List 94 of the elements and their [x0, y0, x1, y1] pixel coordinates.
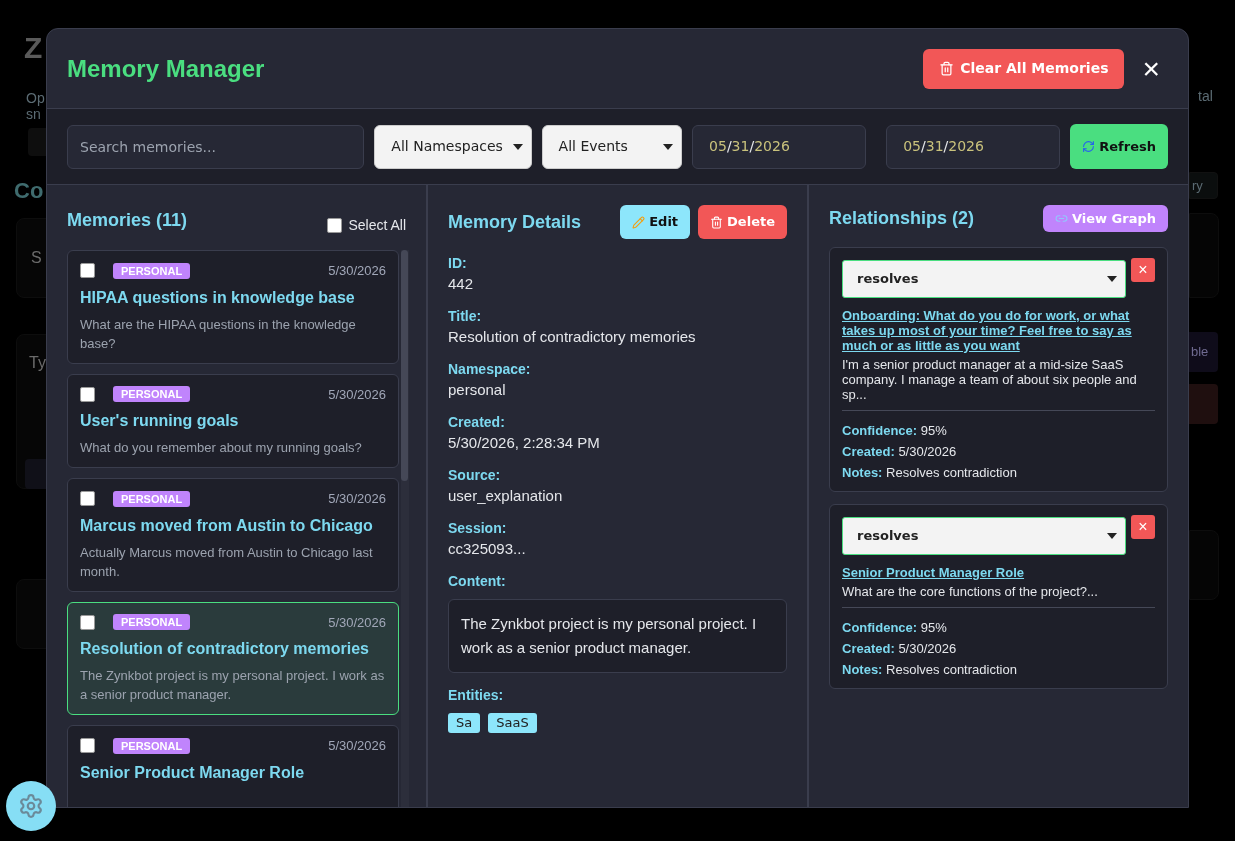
content-box: The Zynkbot project is my personal project. I work as a senior product manager. [448, 599, 787, 673]
pencil-icon [632, 215, 646, 229]
field-value: 5/30/2026, 2:28:34 PM [448, 433, 601, 453]
relationship-meta: Confidence: 95% [842, 423, 948, 439]
relationship-meta: Notes: Resolves contradiction [842, 465, 1018, 481]
refresh-button[interactable]: Refresh [1070, 124, 1168, 169]
page-description: tal [1198, 88, 1213, 104]
entity-tag: Sa [448, 713, 481, 733]
field-value: user_explanation [448, 486, 564, 506]
field-label: ID: [448, 254, 468, 273]
refresh-icon [1082, 140, 1096, 153]
details-title: Memory Details [448, 210, 582, 234]
field-label: Created: [448, 413, 506, 432]
event-select[interactable]: All Events [541, 124, 683, 169]
checkbox[interactable] [80, 263, 95, 279]
memory-date: 5/30/2026 [328, 490, 386, 508]
memory-date: 5/30/2026 [328, 385, 386, 404]
memory-title: Resolution of contradictory memories [80, 639, 370, 659]
relationship-meta: Created: 5/30/2026 [842, 444, 958, 460]
checkbox[interactable] [327, 218, 343, 233]
page-description: Op [26, 90, 46, 106]
relationship-meta: Created: 5/30/2026 [842, 641, 958, 657]
relation-type-select[interactable]: resolves [842, 517, 1126, 555]
caret-icon [512, 143, 523, 150]
namespace-tag: PERSONAL [113, 490, 191, 507]
caret-icon [1107, 533, 1117, 539]
related-memory-excerpt: I'm a senior product manager at a mid-size SaaS company. I manage a team of about six people and sp... [842, 357, 1155, 411]
memory-date: 5/30/2026 [328, 737, 386, 755]
memory-card[interactable]: PERSONAL 5/30/2026 HIPAA questions in knowledge base What are the HIPAA questions in the knowledge base? [67, 250, 399, 364]
page-card [1189, 530, 1219, 600]
field-value: personal [448, 380, 507, 400]
settings-icon [18, 793, 44, 819]
textarea-text: Ty [29, 354, 46, 371]
link-icon [1054, 212, 1068, 225]
trash-icon [939, 61, 955, 76]
namespace-tag: PERSONAL [113, 614, 191, 631]
memory-title: User's running goals [80, 411, 240, 431]
memory-title: Senior Product Manager Role [80, 762, 306, 783]
field-value: 442 [448, 274, 475, 294]
field-label: Namespace: [448, 360, 532, 379]
memory-date: 5/30/2026 [328, 262, 386, 280]
memories-title: Memories (11) [67, 209, 188, 232]
memory-card[interactable]: PERSONAL 5/30/2026 User's running goals What do you remember about my running goals? [67, 373, 399, 468]
relationship-meta: Notes: Resolves contradiction [842, 662, 1018, 678]
page-button[interactable]: ry [1189, 172, 1218, 199]
memory-summary: What are the HIPAA questions in the knowledge base? [80, 315, 357, 353]
memory-summary: The Zynkbot project is my personal project. I work as a senior product manager. [80, 667, 386, 704]
edit-button[interactable]: Edit [620, 205, 691, 239]
memory-card[interactable]: PERSONAL 5/30/2026 Resolution of contradictory memories The Zynkbot project is my personal project. I work as a senior product manager. [67, 601, 399, 715]
field-value: cc325093... [448, 539, 527, 559]
card-text: S [31, 248, 42, 268]
field-label: Entities: [448, 686, 505, 705]
checkbox[interactable] [80, 738, 95, 754]
settings-button[interactable] [6, 781, 56, 831]
related-memory-excerpt: What are the core functions of the project?... [842, 584, 1155, 608]
caret-icon [1107, 276, 1117, 282]
relationships-title: Relationships (2) [829, 207, 975, 230]
field-value: Resolution of contradictory memories [448, 327, 697, 347]
namespace-tag: PERSONAL [113, 737, 191, 754]
memory-title: Marcus moved from Austin to Chicago [80, 515, 374, 536]
memory-summary: What do you remember about my running goals? [80, 439, 363, 457]
close-button[interactable]: × [1142, 53, 1160, 84]
related-memory-link[interactable]: Onboarding: What do you do for work, or what takes up most of your time? Feel free to say as much or as little as you want [842, 308, 1155, 353]
namespace-tag: PERSONAL [113, 262, 191, 279]
date-field[interactable]: 05/31/2026 [692, 124, 867, 169]
search-field[interactable]: Search memories... [67, 124, 365, 169]
relation-type-select[interactable]: resolves [842, 260, 1126, 298]
trash-icon [710, 215, 724, 229]
checkbox[interactable] [80, 614, 95, 630]
memory-date: 5/30/2026 [328, 613, 386, 632]
related-memory-link[interactable]: Senior Product Manager Role [842, 565, 1155, 580]
scrollbar-thumb[interactable] [401, 250, 408, 481]
memory-title: HIPAA questions in knowledge base [80, 287, 356, 308]
modal-title: Memory Manager [67, 53, 265, 84]
select-all-label[interactable]: Select All [348, 215, 406, 236]
relationship-meta: Confidence: 95% [842, 620, 948, 636]
caret-icon [663, 143, 674, 150]
field-label: Session: [448, 519, 508, 538]
memory-card[interactable]: PERSONAL 5/30/2026 Marcus moved from Austin to Chicago Actually Marcus moved from Austin to Chicago last month. [67, 478, 399, 592]
field-label: Content: [448, 572, 507, 591]
namespace-select[interactable]: All Namespaces [374, 124, 532, 169]
page-heading: Z [24, 30, 44, 66]
field-label: Title: [448, 307, 483, 326]
memory-summary: Actually Marcus moved from Austin to Chicago last month. [80, 543, 374, 581]
entity-tag: SaaS [488, 713, 537, 733]
field-label: Source: [448, 466, 502, 485]
memory-card[interactable]: PERSONAL 5/30/2026 Senior Product Manager Role [67, 725, 399, 807]
namespace-tag: PERSONAL [113, 386, 191, 403]
page-button[interactable]: ble [1189, 332, 1218, 372]
date-field[interactable]: 05/31/2026 [886, 124, 1061, 169]
section-title: Co [14, 177, 45, 205]
checkbox[interactable] [80, 386, 95, 402]
checkbox[interactable] [80, 491, 95, 507]
page-description: sn [26, 106, 42, 122]
